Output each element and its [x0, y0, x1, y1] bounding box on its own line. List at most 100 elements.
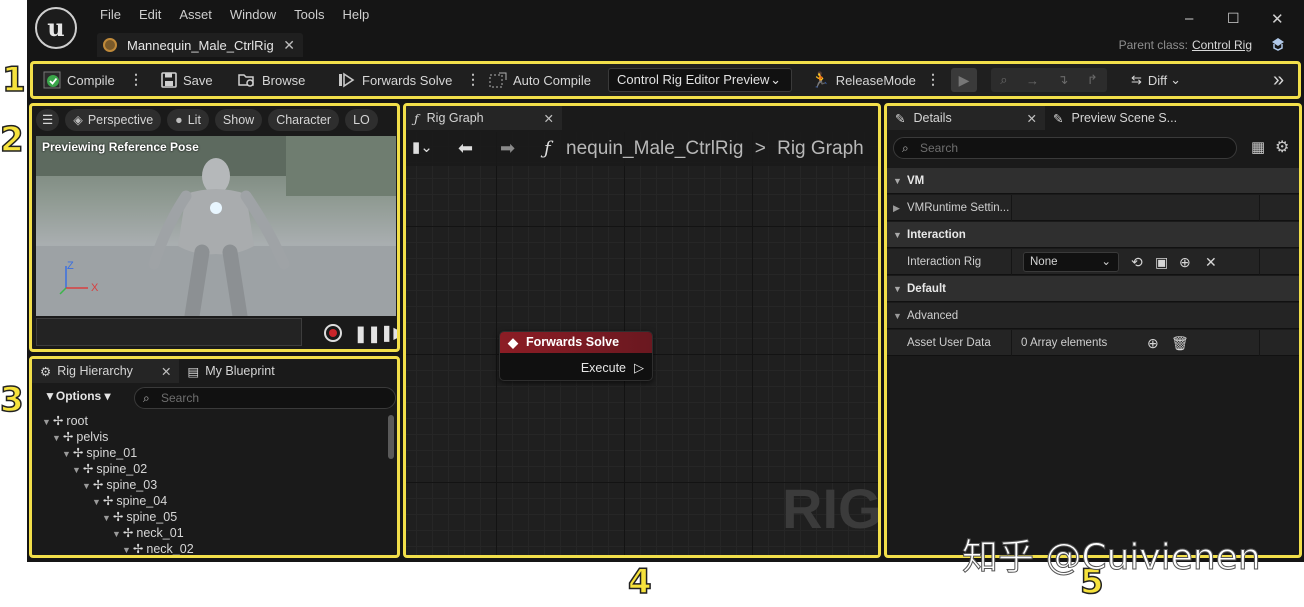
tab-details-label: Details — [913, 111, 952, 125]
hierarchy-scrollbar[interactable] — [388, 415, 394, 459]
add-element-icon[interactable]: ⊕ — [1147, 330, 1159, 356]
bone-label: spine_01 — [86, 446, 138, 460]
details-panel: ✎ Details ✕ ✎ Preview Scene S... ⌕ Searc… — [884, 103, 1302, 558]
tab-my-blueprint[interactable]: ▤ My Blueprint — [179, 359, 282, 383]
tree-item-root[interactable]: ▼ ✢ root — [42, 413, 88, 428]
add-icon[interactable]: ⊕ — [1179, 249, 1191, 275]
property-vmruntime[interactable]: ▶ VMRuntime Settin... — [887, 195, 1299, 221]
unreal-logo-icon[interactable]: u — [35, 7, 77, 49]
hamburger-menu-icon[interactable]: ☰ — [36, 109, 60, 131]
title-bar: u File Edit Asset Window Tools Help Mann… — [27, 0, 1304, 58]
tree-item-neck-02[interactable]: ▼ ✢ neck_02 — [122, 541, 194, 555]
lit-sphere-icon: ● — [175, 113, 183, 127]
category-default[interactable]: ▼ Default — [887, 276, 1299, 302]
save-button[interactable]: Save — [161, 64, 213, 96]
minimize-button[interactable]: – — [1185, 10, 1193, 27]
lod-button[interactable]: LO — [345, 109, 378, 131]
tree-item-spine-01[interactable]: ▼ ✢ spine_01 — [62, 445, 137, 460]
close-window-button[interactable]: ✕ — [1271, 10, 1284, 28]
breadcrumb-asset[interactable]: nequin_Male_CtrlRig — [566, 138, 743, 159]
play-icon[interactable]: ▶ — [951, 68, 977, 92]
table-view-icon[interactable]: ▦ — [1251, 138, 1265, 156]
breadcrumb-graph[interactable]: Rig Graph — [777, 138, 864, 159]
compile-button[interactable]: Compile — [43, 64, 115, 96]
tree-item-spine-02[interactable]: ▼ ✢ spine_02 — [72, 461, 147, 476]
step-out-icon[interactable]: ↱ — [1087, 72, 1098, 88]
hierarchy-search-input[interactable]: ⌕ Search — [134, 387, 396, 409]
tree-item-neck-01[interactable]: ▼ ✢ neck_01 — [112, 525, 184, 540]
bone-icon: ✢ — [92, 478, 104, 492]
bookmark-icon[interactable]: ▮⌄ — [412, 138, 433, 156]
close-icon[interactable]: ✕ — [283, 37, 295, 54]
tab-rig-hierarchy[interactable]: ⚙ Rig Hierarchy ✕ — [32, 359, 180, 383]
viewport-toolbar: ☰ ◈ Perspective ● Lit Show Character LO — [36, 109, 378, 131]
menu-asset[interactable]: Asset — [170, 6, 221, 24]
release-options-icon[interactable]: ⋮ — [926, 71, 940, 88]
tab-rig-graph[interactable]: ƒ Rig Graph ✕ — [406, 106, 562, 130]
property-interaction-rig-label: Interaction Rig — [907, 256, 982, 268]
interaction-rig-dropdown[interactable]: None ⌄ — [1023, 252, 1119, 272]
clear-icon[interactable]: ✕ — [1205, 249, 1217, 275]
tree-item-pelvis[interactable]: ▼ ✢ pelvis — [52, 429, 108, 444]
menu-edit[interactable]: Edit — [130, 6, 170, 24]
asset-document-tab[interactable]: Mannequin_Male_CtrlRig ✕ — [97, 33, 303, 57]
viewport-scene[interactable]: Previewing Reference Pose Z X — [36, 136, 396, 316]
tab-preview-scene[interactable]: ✎ Preview Scene S... — [1045, 106, 1185, 130]
function-icon: ƒ — [414, 110, 419, 126]
step-forward-icon[interactable]: ❚▶ — [380, 323, 397, 343]
diff-button[interactable]: ⇆ Diff ⌄ — [1131, 64, 1181, 96]
step-over-icon[interactable]: → — [1026, 73, 1039, 88]
maximize-button[interactable]: ☐ — [1227, 10, 1240, 27]
trash-icon[interactable]: 🗑 — [1171, 330, 1189, 356]
tree-item-spine-04[interactable]: ▼ ✢ spine_04 — [92, 493, 167, 508]
step-into-icon[interactable]: ↴ — [1057, 72, 1068, 88]
forwards-solve-button[interactable]: Forwards Solve — [338, 64, 452, 96]
toolbar-overflow-icon[interactable]: » — [1273, 64, 1284, 96]
perspective-button[interactable]: ◈ Perspective — [65, 109, 162, 131]
execute-pin[interactable]: Execute ▷ — [581, 360, 644, 376]
menu-tools[interactable]: Tools — [285, 6, 333, 24]
event-icon: ◆ — [508, 335, 518, 350]
forward-arrow-icon[interactable]: ➡ — [500, 138, 515, 159]
forwards-solve-node[interactable]: ◆ Forwards Solve Execute ▷ — [499, 331, 653, 381]
lit-button[interactable]: ● Lit — [167, 109, 209, 131]
show-button[interactable]: Show — [214, 109, 263, 131]
gear-icon[interactable]: ⚙ — [1275, 137, 1289, 157]
category-interaction[interactable]: ▼ Interaction — [887, 222, 1299, 248]
chevron-down-icon: ⌄ — [1170, 72, 1182, 87]
rig-hierarchy-panel: ⚙ Rig Hierarchy ✕ ▤ My Blueprint ▼Option… — [29, 356, 400, 558]
back-arrow-icon[interactable]: ⬅ — [458, 138, 473, 159]
browse-folder-icon[interactable]: ▣ — [1155, 249, 1168, 275]
details-search-placeholder: Search — [920, 141, 959, 155]
exec-pin-icon: ▷ — [634, 360, 644, 375]
menu-help[interactable]: Help — [333, 6, 378, 24]
preview-mode-dropdown[interactable]: Control Rig Editor Preview ⌄ — [608, 68, 792, 92]
character-button[interactable]: Character — [268, 109, 340, 131]
previewing-reference-pose-text: Previewing Reference Pose — [42, 140, 199, 154]
close-icon[interactable]: ✕ — [544, 111, 554, 126]
category-vm[interactable]: ▼ VM — [887, 168, 1299, 194]
details-search-input[interactable]: ⌕ Search — [893, 137, 1237, 159]
browse-button[interactable]: Browse — [238, 64, 305, 96]
running-man-icon: 🏃 — [811, 72, 830, 89]
main-toolbar: Compile ⋮ Save Browse Forwards Solve ⋮ A… — [30, 61, 1301, 99]
close-icon[interactable]: ✕ — [1027, 111, 1037, 126]
solve-options-icon[interactable]: ⋮ — [466, 71, 480, 88]
tab-details[interactable]: ✎ Details ✕ — [887, 106, 1045, 130]
property-advanced[interactable]: ▼ Advanced — [887, 303, 1299, 329]
release-mode-button[interactable]: 🏃 ReleaseMode — [811, 64, 916, 96]
compile-options-icon[interactable]: ⋮ — [129, 71, 143, 88]
pause-icon[interactable]: ❚❚ — [354, 324, 381, 344]
options-dropdown[interactable]: ▼Options ▾ — [44, 389, 111, 403]
timeline-bar[interactable] — [36, 318, 302, 346]
record-icon[interactable] — [324, 324, 342, 342]
tree-item-spine-03[interactable]: ▼ ✢ spine_03 — [82, 477, 157, 492]
use-selected-icon[interactable]: ⟲ — [1131, 249, 1143, 275]
close-icon[interactable]: ✕ — [161, 364, 171, 379]
menu-window[interactable]: Window — [221, 6, 285, 24]
step-search-icon[interactable]: ⌕ — [1000, 72, 1007, 88]
tree-item-spine-05[interactable]: ▼ ✢ spine_05 — [102, 509, 177, 524]
menu-file[interactable]: File — [91, 6, 130, 24]
parent-class-link[interactable]: Control Rig — [1192, 38, 1252, 52]
auto-compile-toggle[interactable]: Auto Compile — [489, 64, 591, 96]
